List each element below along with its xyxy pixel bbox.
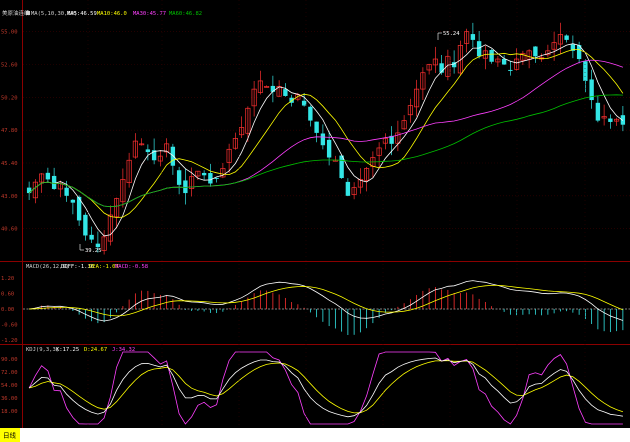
candle-body [170, 146, 176, 166]
bottom-bar [0, 428, 630, 442]
main-y-tick: 47.80 [1, 128, 18, 134]
macd-y-tick: 0.60 [1, 291, 14, 297]
candle-body [339, 155, 344, 179]
candle-body [320, 133, 326, 146]
candle-body [51, 175, 57, 189]
candle-body [583, 61, 588, 81]
macd-y-tick: -1.20 [1, 338, 18, 344]
candle-body [95, 243, 101, 248]
main-title: 美原油连续 [2, 9, 30, 17]
main-legend: 美原油连续 MA(5,10,30,60) MA5:46.59 MA10:46.0… [2, 9, 202, 17]
candle-body [176, 170, 182, 185]
macd-value-legend: MACD:-0.58 [115, 264, 148, 270]
candle-body [89, 234, 94, 240]
kdj-params: KDJ(9,3,3) [26, 347, 59, 353]
ma30-legend: MA30:45.77 [133, 11, 166, 17]
kdj-k-legend: K:17.25 [56, 347, 79, 353]
candle-body [201, 172, 207, 176]
candle-body [70, 199, 76, 203]
kdj-y-tick: 72.00 [1, 370, 18, 376]
kdj-y-tick: 90.00 [1, 357, 18, 363]
candle-body [501, 58, 507, 65]
ma10-legend: MA10:46.0 [97, 11, 127, 17]
candle-body [533, 46, 538, 57]
main-y-tick: 40.60 [1, 227, 18, 233]
candle-body [326, 139, 332, 158]
candle-body [489, 49, 494, 62]
ma5-legend: MA5:46.59 [67, 11, 97, 17]
kdj-d-legend: D:24.67 [84, 347, 107, 353]
candle-body [145, 149, 151, 153]
tab-daily-label: 日线 [3, 431, 17, 440]
macd-legend: MACD(26,12,9) DIFF:-1.36 DEA:-1.07 MACD:… [26, 264, 148, 270]
macd-y-tick: 1.20 [1, 276, 14, 282]
macd-y-tick: 0.00 [1, 307, 14, 313]
candle-body [314, 121, 319, 133]
candle-body [620, 115, 626, 125]
candle-body [283, 89, 288, 96]
candle-body [595, 102, 601, 121]
kdj-y-tick: 54.00 [1, 383, 18, 389]
candle-body [45, 172, 51, 180]
main-y-tick: 45.40 [1, 161, 18, 167]
kdj-j-legend: J:34.32 [112, 347, 135, 353]
ma60-legend: MA60:46.82 [169, 11, 202, 17]
main-y-tick: 55.00 [1, 30, 18, 36]
macd-y-tick: -0.60 [1, 323, 18, 329]
candle-body [476, 41, 482, 57]
kdj-y-tick: 18.00 [1, 409, 18, 415]
candle-body [564, 35, 569, 40]
candle-body [208, 173, 213, 184]
high-price-label: 55.24 [443, 31, 460, 37]
chart-background [0, 0, 630, 428]
candle-body [345, 181, 351, 196]
candle-body [308, 106, 313, 121]
candle-body [470, 34, 476, 40]
price-chart[interactable]: 55.00 52.60 50.20 47.80 45.40 43.00 40.60 55.2… [0, 0, 630, 442]
candle-body [183, 180, 188, 194]
candle-body [83, 214, 88, 236]
candle-body [301, 100, 307, 106]
main-y-tick: 50.20 [1, 95, 18, 101]
main-y-tick: 43.00 [1, 194, 18, 200]
low-price-label: 39.25 [85, 248, 102, 254]
chart-window: 55.00 52.60 50.20 47.80 45.40 43.00 40.60 55.2… [0, 0, 630, 442]
candle-body [508, 69, 513, 71]
candle-body [64, 187, 69, 196]
kdj-y-tick: 36.00 [1, 396, 18, 402]
main-y-tick: 52.60 [1, 63, 18, 69]
candle-body [608, 118, 613, 122]
